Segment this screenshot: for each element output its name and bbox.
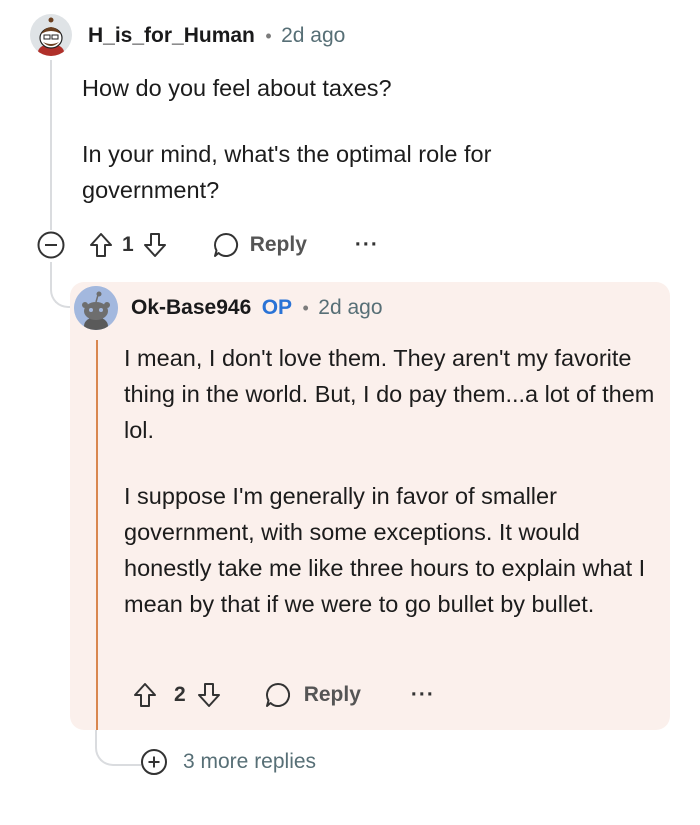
more-replies-label: 3 more replies xyxy=(183,750,317,773)
snoo-avatar-icon xyxy=(30,14,72,56)
chat-bubble-icon xyxy=(213,232,238,257)
thread-connector xyxy=(95,730,141,766)
reply-actions: 2 Reply ··· xyxy=(132,678,435,712)
upvote-arrow-icon xyxy=(90,233,112,257)
collapse-minus-icon xyxy=(37,231,65,259)
downvote-arrow-icon xyxy=(197,683,220,707)
more-options-button[interactable]: ··· xyxy=(411,683,435,707)
expand-plus-icon xyxy=(141,749,167,775)
downvote-button[interactable] xyxy=(142,231,168,259)
reply-button[interactable]: Reply xyxy=(264,681,361,709)
default-snoo-avatar-icon xyxy=(74,286,118,330)
more-options-button[interactable]: ··· xyxy=(355,233,379,257)
comment-paragraph: How do you feel about taxes? xyxy=(82,75,392,101)
reply-accent-bar xyxy=(96,340,98,730)
timestamp[interactable]: 2d ago xyxy=(318,296,382,319)
thread-line xyxy=(50,60,52,230)
reply-paragraph: I mean, I don't love them. They aren't m… xyxy=(124,345,655,443)
avatar[interactable] xyxy=(74,286,118,330)
timestamp[interactable]: 2d ago xyxy=(281,24,345,47)
meta-separator: • xyxy=(302,298,309,318)
reply-body: I mean, I don't love them. They aren't m… xyxy=(124,340,664,622)
vote-count: 2 xyxy=(174,683,186,706)
username[interactable]: Ok-Base946 xyxy=(131,296,251,319)
reply-label: Reply xyxy=(249,233,307,256)
more-replies-button[interactable]: 3 more replies xyxy=(140,748,316,776)
comment-body: How do you feel about taxes? In your min… xyxy=(82,70,562,208)
reply-paragraph: I suppose I'm generally in favor of smal… xyxy=(124,483,646,617)
upvote-arrow-icon xyxy=(134,683,156,707)
username[interactable]: H_is_for_Human xyxy=(88,24,255,47)
comment-actions: 1 Reply ··· xyxy=(36,228,379,262)
downvote-arrow-icon xyxy=(143,233,166,257)
reply-button[interactable]: Reply xyxy=(212,231,307,259)
comment-header: H_is_for_Human • 2d ago xyxy=(88,24,345,48)
comment-paragraph: In your mind, what's the optimal role fo… xyxy=(82,141,492,203)
avatar[interactable] xyxy=(30,14,72,56)
chat-bubble-icon xyxy=(265,682,290,707)
reply-header: Ok-Base946 OP • 2d ago xyxy=(131,296,383,320)
upvote-button[interactable] xyxy=(88,231,114,259)
collapse-button[interactable] xyxy=(36,230,66,260)
downvote-button[interactable] xyxy=(196,681,222,709)
vote-count: 1 xyxy=(122,233,134,256)
reply-label: Reply xyxy=(303,683,361,706)
upvote-button[interactable] xyxy=(132,681,158,709)
op-badge: OP xyxy=(261,296,293,319)
meta-separator: • xyxy=(265,26,272,46)
